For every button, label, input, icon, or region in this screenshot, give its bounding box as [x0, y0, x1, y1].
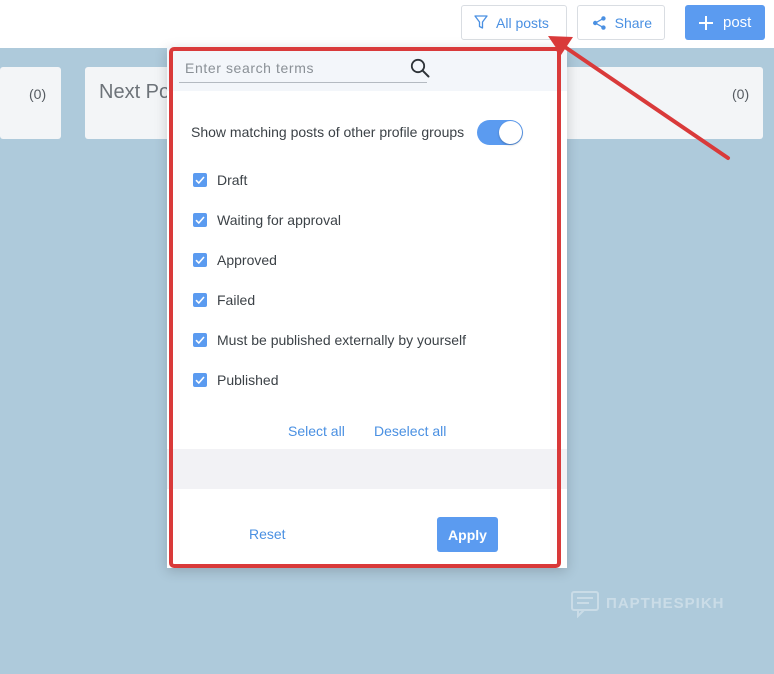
annotation-arrow-icon: [548, 36, 730, 160]
watermark: ΠΑΡΤΗΕSΡΙΚΗ: [570, 588, 725, 618]
watermark-text: ΠΑΡΤΗΕSΡΙΚΗ: [606, 594, 725, 612]
watermark-logo-icon: [571, 591, 599, 618]
